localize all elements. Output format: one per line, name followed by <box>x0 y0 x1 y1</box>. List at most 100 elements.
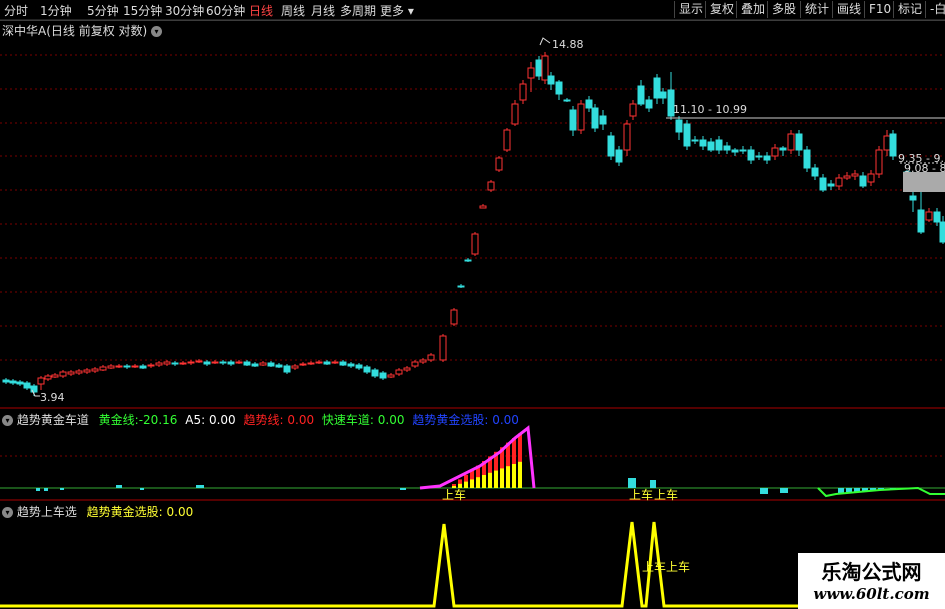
candle-body <box>659 91 667 99</box>
candle-body <box>291 365 299 369</box>
level-range-label: 11.10 - 10.99 <box>673 103 747 116</box>
candle-body <box>925 211 933 221</box>
candle-body <box>555 81 563 95</box>
level-range-label-3: 9.08 - 8. <box>904 162 945 175</box>
candle-body <box>195 360 203 363</box>
candle-body <box>51 374 59 378</box>
candle-body <box>707 141 715 151</box>
candle-body <box>889 133 897 157</box>
candle-body <box>755 155 763 158</box>
candle-body <box>331 361 339 364</box>
candle-body <box>9 380 17 384</box>
watermark-url: www.60lt.com <box>813 585 930 603</box>
candle-body <box>723 145 731 151</box>
indicator-bar <box>838 488 844 493</box>
candle-body <box>323 361 331 365</box>
candle-body <box>527 67 535 79</box>
low-price-label: 3.94 <box>40 391 65 404</box>
candle-body <box>427 354 435 361</box>
candle-body <box>339 361 347 366</box>
gold-bar <box>494 470 498 488</box>
price-band <box>903 172 945 192</box>
candle-body <box>883 135 891 151</box>
gold-select-value: 趋势黄金选股: 0.00 <box>412 413 519 427</box>
candle-body <box>347 363 355 367</box>
signal-label: 上车 <box>629 488 654 502</box>
candle-body <box>91 368 99 372</box>
candle-body <box>203 361 211 365</box>
candle-body <box>917 209 925 233</box>
candle-body <box>819 177 827 191</box>
chevron-down-icon[interactable]: ▾ <box>2 507 13 518</box>
indicator2-title[interactable]: ▾ 趋势上车选 趋势黄金选股: 0.00 <box>2 503 193 520</box>
candle-body <box>99 366 107 371</box>
candle-body <box>411 361 419 367</box>
candle-body <box>827 183 835 187</box>
candle-body <box>243 361 251 366</box>
candle-body <box>30 385 38 393</box>
indicator-bar <box>196 485 204 488</box>
candle-body <box>599 115 607 125</box>
fast-lane-value: 快速车道: 0.00 <box>321 413 405 427</box>
indicator1-title[interactable]: ▾ 趋势黄金车道 黄金线:-20.16 A5: 0.00 趋势线: 0.00 快… <box>2 411 519 428</box>
candle-body <box>403 367 411 371</box>
candle-body <box>739 149 747 152</box>
candle-body <box>851 173 859 177</box>
candle-body <box>623 123 631 151</box>
candle-body <box>859 175 867 187</box>
candle-body <box>107 365 115 369</box>
signal-label: 上车上车 <box>642 560 691 574</box>
candle-body <box>83 369 91 373</box>
candle-body <box>763 155 771 161</box>
candle-body <box>59 371 67 377</box>
candle-body <box>803 149 811 169</box>
candle-body <box>163 361 171 365</box>
candle-body <box>227 361 235 365</box>
candle-body <box>691 139 699 142</box>
candle-body <box>535 59 543 77</box>
candle-body <box>307 362 315 365</box>
candle-body <box>715 139 723 151</box>
indicator-bar <box>140 488 144 490</box>
candle-body <box>645 99 653 109</box>
gold-bar <box>512 464 516 488</box>
candle-body <box>629 103 637 117</box>
fast-lane-line <box>817 486 945 498</box>
gold-bar <box>506 466 510 488</box>
candle-body <box>131 365 139 368</box>
candle-body <box>519 83 527 101</box>
candle-body <box>219 361 227 364</box>
candle-body <box>771 147 779 157</box>
candle-body <box>44 375 52 380</box>
candle-body <box>395 369 403 375</box>
candle-body <box>211 361 219 364</box>
candle-body <box>683 123 691 147</box>
gold-line-value: 黄金线:-20.16 <box>98 413 178 427</box>
watermark: 乐淘公式网 www.60lt.com <box>798 553 945 609</box>
candle-body <box>16 381 24 385</box>
gold-bar <box>518 461 522 488</box>
signal-label: 上车 <box>654 488 679 502</box>
candle-body <box>251 363 259 367</box>
chevron-down-icon[interactable]: ▾ <box>2 415 13 426</box>
candle-body <box>299 363 307 366</box>
candle-body <box>315 361 323 364</box>
watermark-title: 乐淘公式网 <box>821 560 922 584</box>
candle-body <box>471 233 479 255</box>
candle-body <box>450 309 458 325</box>
candle-body <box>259 362 267 366</box>
candle-body <box>541 55 549 81</box>
candle-body <box>419 359 427 363</box>
candle-body <box>439 335 447 361</box>
indicator-bar <box>400 488 406 490</box>
candle-body <box>563 99 571 102</box>
candle-body <box>2 379 10 383</box>
candle-body <box>147 364 155 367</box>
candle-body <box>875 149 883 175</box>
candle-body <box>811 167 819 177</box>
candle-body <box>179 362 187 365</box>
indicator-bar <box>60 488 64 490</box>
candle-body <box>267 362 275 367</box>
candle-body <box>699 139 707 147</box>
gold-bar <box>470 479 474 488</box>
